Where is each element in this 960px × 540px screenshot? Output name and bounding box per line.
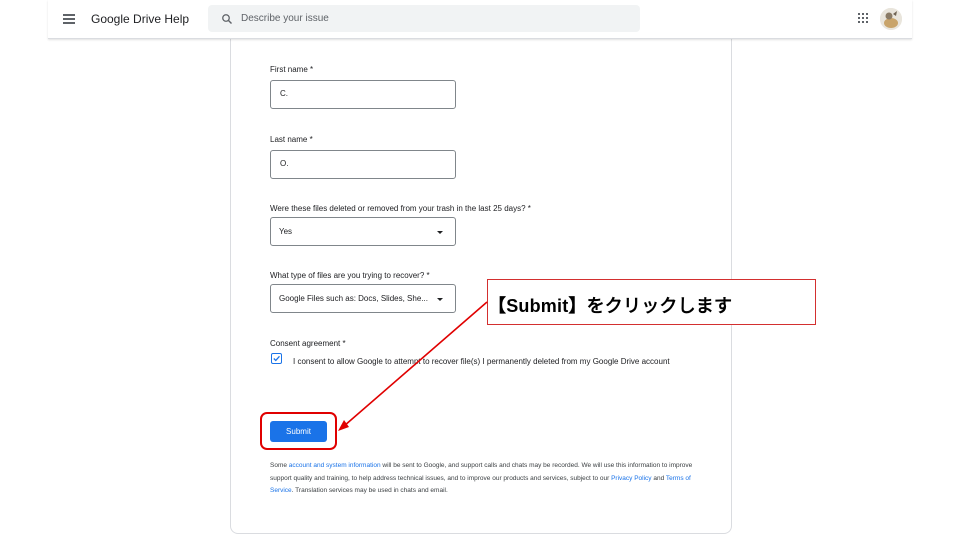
annotation-arrow bbox=[338, 301, 488, 431]
